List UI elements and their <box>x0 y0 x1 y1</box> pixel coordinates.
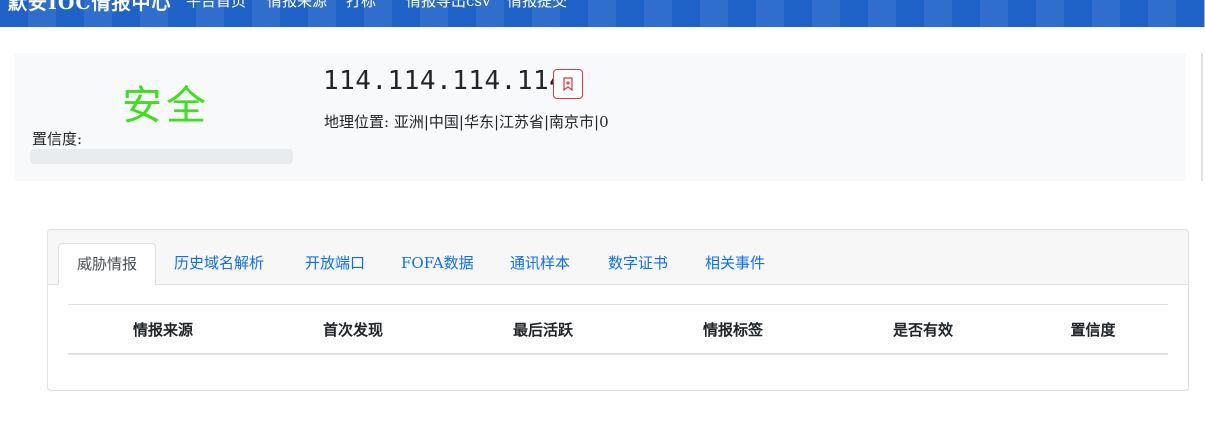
column-header-valid[interactable]: 是否有效 <box>828 304 1018 355</box>
geo-location: 地理位置: 亚洲|中国|华东|江苏省|南京市|0 <box>324 111 609 132</box>
page-edge-divider <box>1201 53 1203 181</box>
nav-item-sources[interactable]: 情报来源 <box>267 0 327 11</box>
tab-dns-history[interactable]: 历史域名解析 <box>174 243 264 284</box>
tab-comm-samples[interactable]: 通讯样本 <box>510 243 570 284</box>
column-header-source[interactable]: 情报来源 <box>68 304 258 355</box>
intel-table-wrapper: 情报来源 首次发现 最后活跃 情报标签 是否有效 置信度 <box>68 304 1168 355</box>
confidence-label: 置信度: <box>32 130 83 148</box>
column-header-first-seen[interactable]: 首次发现 <box>258 304 448 355</box>
intel-table: 情报来源 首次发现 最后活跃 情报标签 是否有效 置信度 <box>68 304 1168 355</box>
table-header-row: 情报来源 首次发现 最后活跃 情报标签 是否有效 置信度 <box>68 304 1168 355</box>
brand-logo-text[interactable]: 默安IOC情报中心 <box>8 0 172 15</box>
geo-label: 地理位置: <box>324 113 390 131</box>
tab-fofa-data[interactable]: FOFA数据 <box>401 243 474 284</box>
column-header-last-active[interactable]: 最后活跃 <box>448 304 638 355</box>
verdict-label: 安全 <box>122 83 210 129</box>
nav-item-tagging[interactable]: 打标 <box>346 0 376 11</box>
column-header-tags[interactable]: 情报标签 <box>638 304 828 355</box>
tab-certificates[interactable]: 数字证书 <box>608 243 668 284</box>
tab-related-events[interactable]: 相关事件 <box>705 243 765 284</box>
ip-summary-card: 安全 置信度: 114.114.114.114 地理位置: 亚洲|中国|华东|江… <box>14 53 1186 181</box>
geo-value: 亚洲|中国|华东|江苏省|南京市|0 <box>393 113 609 131</box>
bookmark-icon <box>563 77 573 91</box>
tab-threat-intel[interactable]: 威胁情报 <box>58 243 156 285</box>
confidence-progress-bar <box>30 149 293 164</box>
intel-tab-card: 威胁情报 历史域名解析 开放端口 FOFA数据 通讯样本 数字证书 相关事件 情… <box>47 229 1189 391</box>
nav-item-home[interactable]: 平台首页 <box>186 0 246 11</box>
tab-header: 威胁情报 历史域名解析 开放端口 FOFA数据 通讯样本 数字证书 相关事件 <box>48 230 1188 285</box>
tab-open-ports[interactable]: 开放端口 <box>305 243 365 284</box>
column-header-confidence[interactable]: 置信度 <box>1018 304 1168 355</box>
top-navbar: 默安IOC情报中心 平台首页 情报来源 打标 情报导出csv 情报提交 <box>0 0 1205 27</box>
nav-item-export-csv[interactable]: 情报导出csv <box>406 0 491 11</box>
ip-address: 114.114.114.114 <box>323 66 566 96</box>
bookmark-button[interactable] <box>553 69 583 99</box>
nav-item-submit[interactable]: 情报提交 <box>507 0 567 11</box>
